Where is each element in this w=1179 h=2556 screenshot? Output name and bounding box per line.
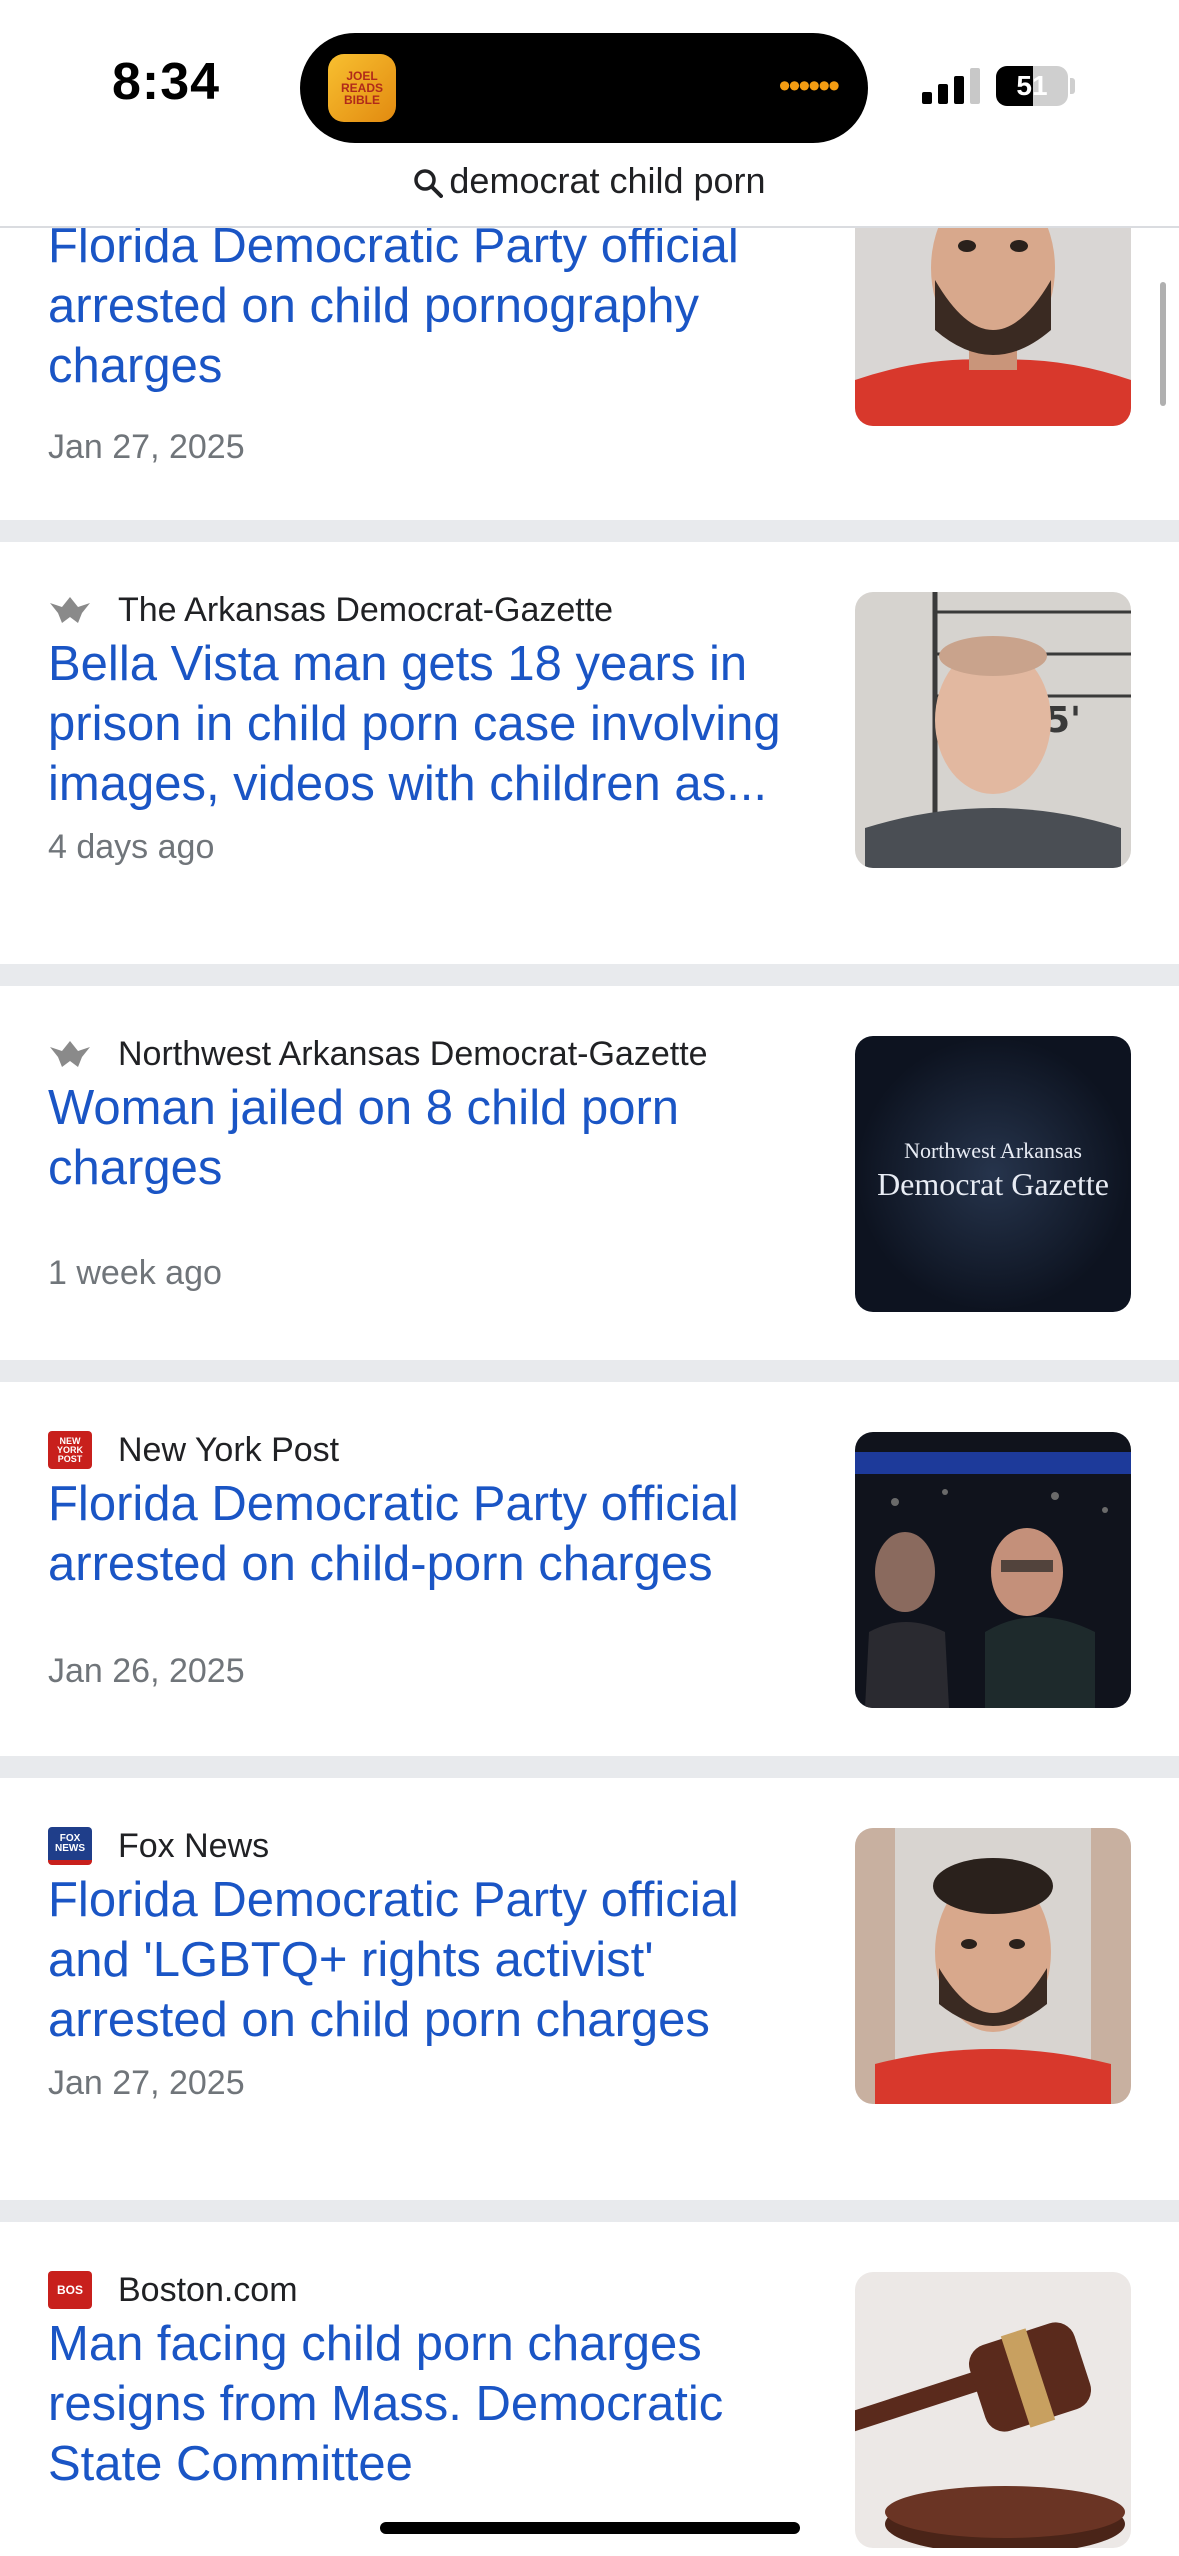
clock: 8:34 <box>112 53 221 111</box>
search-query-text: democrat child porn <box>449 160 766 201</box>
article-source[interactable]: The Arkansas Democrat-Gazette <box>48 590 613 630</box>
news-results-list[interactable]: Florida Democratic Party official arrest… <box>0 228 1179 2556</box>
article-title[interactable]: Florida Democratic Party official arrest… <box>48 228 808 396</box>
battery-level: 51 <box>1016 70 1048 101</box>
scrollbar[interactable] <box>1160 282 1166 406</box>
source-name: The Arkansas Democrat-Gazette <box>118 590 614 629</box>
boston-com-logo-icon: BOS <box>48 2271 92 2309</box>
article-title[interactable]: Florida Democratic Party official arrest… <box>48 1474 808 1594</box>
nypost-logo-icon: NEW YORK POST <box>48 1431 92 1469</box>
article-source[interactable]: Northwest Arkansas Democrat-Gazette <box>48 1034 708 1074</box>
article-date: Jan 27, 2025 <box>48 2064 245 2102</box>
article-date: Jan 27, 2025 <box>48 428 245 466</box>
battery-icon: 51 <box>996 66 1068 106</box>
article-date: Jan 26, 2025 <box>48 1652 245 1690</box>
search-icon <box>414 169 444 199</box>
card-separator <box>0 2200 1179 2222</box>
article-thumbnail[interactable] <box>855 2272 1131 2548</box>
fox-news-logo-icon: FOX NEWS <box>48 1827 92 1865</box>
article-thumbnail[interactable]: Northwest Arkansas Democrat Gazette <box>855 1036 1131 1312</box>
search-query-bar[interactable]: democrat child porn <box>0 160 1179 202</box>
news-card[interactable]: The Arkansas Democrat-Gazette Bella Vist… <box>0 542 1179 964</box>
home-indicator[interactable] <box>380 2522 800 2534</box>
eagle-logo-icon <box>48 591 92 629</box>
article-thumbnail[interactable] <box>855 1828 1131 2104</box>
article-title[interactable]: Florida Democratic Party official and 'L… <box>48 1870 808 2050</box>
dynamic-island[interactable]: JOEL READS BIBLE •••••• <box>300 33 868 143</box>
card-separator <box>0 964 1179 986</box>
now-playing-app-icon: JOEL READS BIBLE <box>328 54 396 122</box>
audio-activity-icon: •••••• <box>778 67 840 105</box>
news-card[interactable]: FOX NEWS Fox News Florida Democratic Par… <box>0 1778 1179 2200</box>
source-name: Boston.com <box>118 2270 298 2309</box>
card-separator <box>0 520 1179 542</box>
article-title[interactable]: Bella Vista man gets 18 years in prison … <box>48 634 808 814</box>
source-name: New York Post <box>118 1430 340 1469</box>
eagle-logo-icon <box>48 1035 92 1073</box>
card-separator <box>0 1756 1179 1778</box>
article-source[interactable]: NEW YORK POST New York Post <box>48 1430 339 1470</box>
article-title[interactable]: Woman jailed on 8 child porn charges <box>48 1078 808 1198</box>
article-title[interactable]: Man facing child porn charges resigns fr… <box>48 2314 808 2494</box>
article-date: 4 days ago <box>48 828 215 866</box>
article-source[interactable]: BOS Boston.com <box>48 2270 298 2310</box>
article-thumbnail[interactable] <box>855 1432 1131 1708</box>
thumb-text-line-1: Northwest Arkansas <box>904 1138 1082 1163</box>
battery-tip <box>1070 78 1075 94</box>
article-thumbnail[interactable]: 5' <box>855 592 1131 868</box>
source-name: Northwest Arkansas Democrat-Gazette <box>118 1034 708 1073</box>
card-separator <box>0 1360 1179 1382</box>
article-thumbnail[interactable] <box>855 228 1131 426</box>
cellular-signal-icon <box>922 68 982 104</box>
article-date: 1 week ago <box>48 1254 222 1292</box>
news-card[interactable]: BOS Boston.com Man facing child porn cha… <box>0 2222 1179 2556</box>
news-card[interactable]: NEW YORK POST New York Post Florida Demo… <box>0 1382 1179 1778</box>
news-card[interactable]: Northwest Arkansas Democrat-Gazette Woma… <box>0 986 1179 1382</box>
source-name: Fox News <box>118 1826 270 1865</box>
news-card[interactable]: Florida Democratic Party official arrest… <box>0 228 1179 520</box>
status-bar: 8:34 JOEL READS BIBLE •••••• 51 democrat… <box>0 0 1179 201</box>
article-source[interactable]: FOX NEWS Fox News <box>48 1826 269 1866</box>
thumb-text-line-2: Democrat Gazette <box>877 1166 1109 1202</box>
